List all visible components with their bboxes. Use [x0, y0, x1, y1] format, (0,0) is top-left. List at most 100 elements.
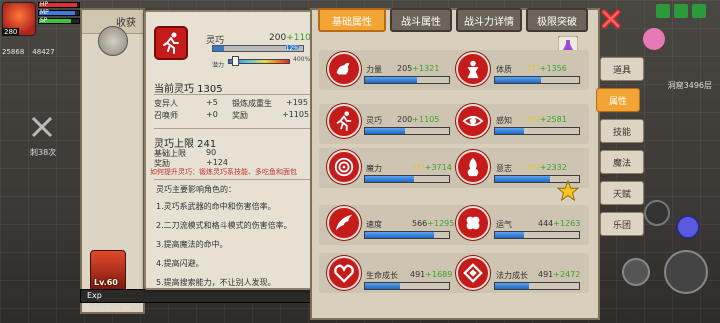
bonus-key: 锻炼成重生 [232, 99, 272, 108]
max-value: +124 [206, 158, 228, 167]
running-icon [154, 26, 188, 60]
stat-value: 491+1689 [410, 270, 453, 279]
star-skill-icon[interactable] [644, 200, 670, 226]
bonus-value: +0 [206, 110, 218, 119]
bonus-value: +5 [206, 98, 218, 107]
kill-count-text: 刺38次 [30, 148, 57, 157]
pet-icon[interactable] [643, 28, 665, 50]
stat-value: 491+2472 [538, 270, 581, 279]
stat-bar-fill [365, 176, 414, 182]
side-tab-talent[interactable]: 天赋 [600, 181, 644, 205]
stat-value: 200+1105 [397, 115, 440, 124]
improve-hint: 如何提升灵巧：锻炼灵巧系技能、多吃鱼和面包 [150, 168, 297, 176]
character-panel: 收获 Lv.60 [80, 8, 145, 314]
stat-bar-fill [495, 232, 525, 238]
stat-bar-fill [365, 77, 418, 83]
stat-name: 力量 [366, 65, 382, 74]
stat-value: 444+1263 [538, 219, 581, 228]
clover-icon[interactable] [456, 206, 490, 240]
exp-subtitle: 肢体变异Lv 36 [84, 305, 132, 313]
divider [154, 94, 314, 95]
stat-name: 魔力 [366, 164, 382, 173]
tooltip-progress-fill [213, 46, 224, 51]
stat-value: ???+2581 [527, 115, 567, 124]
tab-basic-attributes[interactable]: 基础属性 [318, 8, 386, 32]
close-icon[interactable] [600, 8, 622, 30]
max-value: 90 [206, 148, 217, 157]
mp-bar: MP [38, 9, 80, 16]
character-level: Lv.60 [94, 278, 118, 287]
stat-bar-fill [365, 232, 434, 238]
stat-bar-fill [495, 176, 551, 182]
heart-icon[interactable] [327, 256, 361, 290]
desc-line: 5.提高搜索能力，不让别人发现。 [156, 278, 276, 287]
map-icon [656, 4, 670, 18]
arm-icon[interactable] [327, 52, 361, 86]
stat-bar [364, 127, 450, 135]
magic-icon[interactable] [327, 150, 361, 184]
hp-bar: HP [38, 1, 80, 8]
gold-count: 25868 [2, 48, 25, 56]
potential-label: 潜力 [212, 62, 225, 69]
tab-combat-attributes[interactable]: 战斗属性 [390, 8, 452, 32]
tooltip-progress-bar: 12% [212, 45, 304, 52]
dungeon-floor-text: 洞窟3496层 [667, 81, 712, 90]
exp-bar: Exp [80, 289, 315, 303]
stat-value: 205+1321 [397, 64, 440, 73]
wing-icon[interactable] [327, 206, 361, 240]
crystal-icon[interactable] [676, 215, 700, 239]
stat-bar [494, 282, 580, 290]
stat-name: 感知 [496, 116, 512, 125]
weapon-skill-icon[interactable] [622, 258, 650, 286]
side-tab-skills[interactable]: 技能 [600, 119, 644, 143]
stat-bar-fill [495, 128, 525, 134]
currency-display: 25868 48427 [2, 48, 55, 56]
potential-max: 400% [293, 56, 311, 63]
side-tab-magic[interactable]: 魔法 [600, 150, 644, 174]
stat-bar [364, 282, 450, 290]
side-tab-band[interactable]: 乐团 [600, 212, 644, 236]
chat-icon [692, 4, 706, 18]
body-icon[interactable] [456, 52, 490, 86]
stat-bar-fill [495, 283, 529, 289]
desc-line: 3.提高魔法的命中。 [156, 240, 228, 249]
stat-bar [494, 76, 580, 84]
stat-name: 灵巧 [366, 116, 382, 125]
stat-value: ???+2332 [527, 163, 567, 172]
status-icons [656, 4, 706, 18]
stat-name: 意志 [496, 164, 512, 173]
bonus-key: 奖励 [232, 111, 248, 120]
side-tab-items[interactable]: 道具 [600, 57, 644, 81]
bonus-key: 召唤师 [154, 111, 178, 120]
player-level-badge: 280 [2, 28, 20, 36]
desc-title: 灵巧主要影响角色的： [156, 185, 236, 194]
tab-combat-power[interactable]: 战斗力详情 [456, 8, 522, 32]
desc-line: 4.提高闪避。 [156, 259, 204, 268]
stat-name: 体质 [496, 65, 512, 74]
bonus-value: +195 [286, 98, 308, 107]
mana-icon[interactable] [456, 256, 490, 290]
stat-name: 法力成长 [496, 271, 528, 280]
quest-icon [674, 4, 688, 18]
divider [154, 179, 314, 180]
eye-icon[interactable] [456, 104, 490, 138]
will-icon[interactable] [456, 150, 490, 184]
stat-value: ???+3714 [412, 163, 452, 172]
stat-bar [494, 127, 580, 135]
stat-value: ???+1356 [527, 64, 567, 73]
stat-bar-fill [365, 283, 401, 289]
divider [154, 128, 314, 129]
attack-button[interactable] [664, 250, 708, 294]
side-tab-attributes[interactable]: 属性 [596, 88, 640, 112]
stat-bar [364, 76, 450, 84]
stat-name: 运气 [496, 220, 512, 229]
stat-tooltip: 灵巧 200+1105 12% 潜力 400% 当前灵巧 1305 变异人 +5… [144, 10, 317, 290]
tab-limit-break[interactable]: 极限突破 [526, 8, 588, 32]
stat-name: 速度 [366, 220, 382, 229]
running-icon[interactable] [327, 104, 361, 138]
crest-icon [98, 26, 128, 56]
star-icon[interactable] [557, 180, 579, 202]
stat-bar [364, 175, 450, 183]
stat-bar [364, 231, 450, 239]
potential-marker [232, 56, 239, 66]
